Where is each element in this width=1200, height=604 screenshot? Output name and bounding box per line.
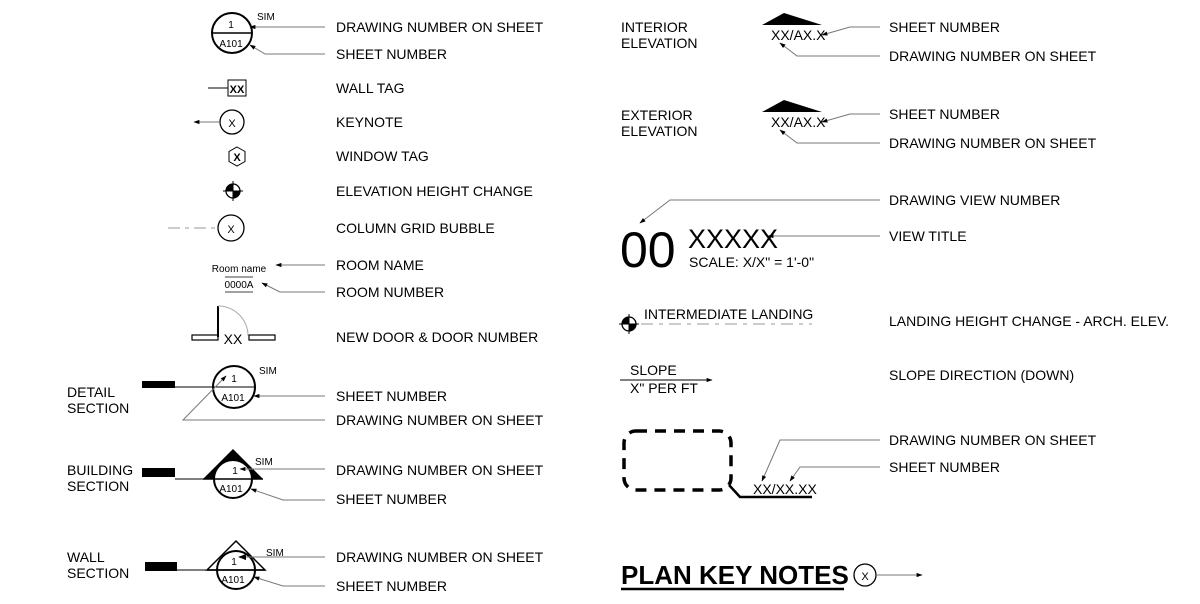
detail-sim: SIM	[259, 366, 277, 377]
label-wall-tag: WALL TAG	[336, 80, 404, 96]
room-name-text: Room name	[212, 264, 267, 275]
detail-section-title-line2: SECTION	[67, 400, 129, 416]
detail-bottom-value: A101	[221, 393, 245, 404]
plan-key-notes-text: X	[861, 571, 869, 583]
plan-key-notes-symbol: X	[853, 563, 923, 587]
detail-section-title-line1: DETAIL	[67, 384, 115, 400]
marker-top-value: 1	[228, 20, 234, 31]
label-building-drawing-number: DRAWING NUMBER ON SHEET	[336, 462, 544, 478]
slope-bottom-text: X" PER FT	[630, 380, 698, 396]
label-new-door: NEW DOOR & DOOR NUMBER	[336, 329, 538, 345]
exterior-elevation-title-line2: ELEVATION	[621, 123, 698, 139]
label-landing-height-change: LANDING HEIGHT CHANGE - ARCH. ELEV.	[889, 313, 1169, 329]
label-room-number: ROOM NUMBER	[336, 284, 444, 300]
wall-bottom-value: A101	[221, 575, 245, 586]
label-wall-drawing-number: DRAWING NUMBER ON SHEET	[336, 549, 544, 565]
window-tag-symbol: X	[228, 146, 246, 167]
view-title-text: XXXXX	[688, 224, 778, 254]
enlarged-plan-callout-symbol: XX/XX.XX	[622, 429, 880, 499]
label-view-title: VIEW TITLE	[889, 228, 967, 244]
label-building-sheet-number: SHEET NUMBER	[336, 491, 447, 507]
detail-section-symbol: 1 A101 SIM	[142, 365, 325, 421]
interior-elevation-title-line2: ELEVATION	[621, 35, 698, 51]
label-enlarged-sheet-number: SHEET NUMBER	[889, 459, 1000, 475]
window-tag-text: X	[233, 152, 241, 164]
keynote-text: X	[228, 118, 236, 130]
label-drawing-number-on-sheet: DRAWING NUMBER ON SHEET	[336, 19, 544, 35]
enlarged-plan-text: XX/XX.XX	[753, 481, 817, 497]
wall-section-symbol: 1 A101 SIM	[145, 539, 325, 590]
building-section-title-line1: BUILDING	[67, 462, 133, 478]
label-elevation-height-change: ELEVATION HEIGHT CHANGE	[336, 183, 533, 199]
sim-label: SIM	[257, 12, 275, 23]
label-detail-drawing-number: DRAWING NUMBER ON SHEET	[336, 412, 544, 428]
wall-tag-symbol: XX	[208, 79, 247, 97]
label-interior-drawing-number: DRAWING NUMBER ON SHEET	[889, 48, 1097, 64]
building-section-symbol: 1 A101 SIM	[142, 449, 325, 501]
section-marker-symbol: 1 A101 SIM	[211, 12, 325, 55]
exterior-elevation-title-line1: EXTERIOR	[621, 107, 693, 123]
exterior-elevation-symbol: XX/AX.X	[762, 100, 880, 144]
interior-elevation-title-line1: INTERIOR	[621, 19, 688, 35]
detail-top-value: 1	[231, 374, 237, 385]
grid-bubble-text: X	[227, 224, 235, 236]
view-number-text: 00	[620, 222, 676, 278]
door-number-text: XX	[224, 331, 243, 347]
label-exterior-sheet-number: SHEET NUMBER	[889, 106, 1000, 122]
wall-section-title-line2: SECTION	[67, 565, 129, 581]
label-wall-sheet-number: SHEET NUMBER	[336, 578, 447, 594]
room-number-text: 0000A	[225, 280, 254, 291]
label-window-tag: WINDOW TAG	[336, 148, 429, 164]
building-sim: SIM	[255, 457, 273, 468]
view-scale-text: SCALE: X/X" = 1'-0"	[689, 254, 814, 270]
exterior-elevation-text: XX/AX.X	[771, 114, 826, 130]
label-detail-sheet-number: SHEET NUMBER	[336, 388, 447, 404]
wall-top-value: 1	[231, 557, 237, 568]
slope-symbol: SLOPE X" PER FT	[620, 362, 713, 396]
column-grid-bubble-symbol: X	[168, 214, 245, 242]
interior-elevation-symbol: XX/AX.X	[762, 13, 880, 57]
elevation-height-change-symbol	[223, 181, 243, 201]
intermediate-landing-symbol: INTERMEDIATE LANDING	[619, 306, 813, 334]
interior-elevation-text: XX/AX.X	[771, 27, 826, 43]
slope-top-text: SLOPE	[630, 362, 677, 378]
label-room-name: ROOM NAME	[336, 257, 424, 273]
new-door-symbol: XX	[191, 305, 276, 347]
symbol-legend: 1 A101 SIM DRAWING NUMBER ON SHEET SHEET…	[67, 12, 1169, 594]
label-keynote: KEYNOTE	[336, 114, 403, 130]
label-enlarged-drawing-number: DRAWING NUMBER ON SHEET	[889, 432, 1097, 448]
label-slope-direction: SLOPE DIRECTION (DOWN)	[889, 367, 1074, 383]
wall-tag-text: XX	[230, 84, 245, 96]
building-bottom-value: A101	[219, 484, 243, 495]
wall-section-title-line1: WALL	[67, 549, 105, 565]
label-column-grid-bubble: COLUMN GRID BUBBLE	[336, 220, 495, 236]
label-interior-sheet-number: SHEET NUMBER	[889, 19, 1000, 35]
label-exterior-drawing-number: DRAWING NUMBER ON SHEET	[889, 135, 1097, 151]
label-sheet-number: SHEET NUMBER	[336, 46, 447, 62]
view-title-symbol: 00 XXXXX SCALE: X/X" = 1'-0"	[620, 199, 880, 278]
marker-bottom-value: A101	[219, 39, 243, 50]
plan-key-notes-title: PLAN KEY NOTES	[621, 560, 849, 590]
keynote-symbol: X	[193, 109, 245, 135]
building-section-title-line2: SECTION	[67, 478, 129, 494]
building-top-value: 1	[232, 466, 238, 477]
room-tag-symbol: Room name 0000A	[212, 262, 325, 293]
label-drawing-view-number: DRAWING VIEW NUMBER	[889, 192, 1060, 208]
intermediate-landing-text: INTERMEDIATE LANDING	[644, 306, 813, 322]
